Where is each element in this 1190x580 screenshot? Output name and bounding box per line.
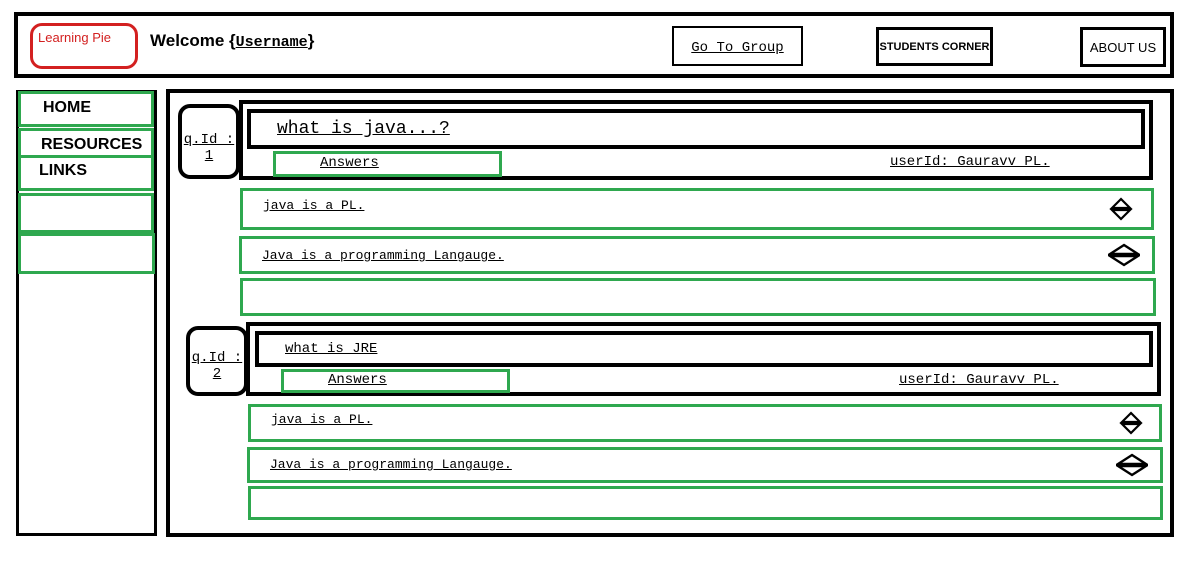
up-down-arrow-icon[interactable] (1109, 197, 1133, 221)
logo-text: Learning Pie (38, 30, 111, 45)
answer-text: Java is a programming Langauge. (262, 248, 504, 263)
user-id[interactable]: userId: Gauravv PL. (899, 372, 1059, 388)
answer-row[interactable]: java is a PL. (240, 188, 1154, 230)
up-down-arrow-icon[interactable] (1119, 411, 1143, 435)
sidebar-item-empty[interactable] (18, 193, 154, 233)
answer-row-empty[interactable] (240, 278, 1156, 316)
sidebar-item-links[interactable]: LINKS (18, 155, 154, 191)
question-id: q.Id : 1 (178, 104, 240, 179)
answer-row[interactable]: Java is a programming Langauge. (247, 447, 1163, 483)
sidebar-item-resources[interactable]: RESOURCES (18, 128, 154, 158)
logo[interactable]: Learning Pie (30, 23, 138, 69)
answer-row-empty[interactable] (248, 486, 1163, 520)
user-id[interactable]: userId: Gauravv PL. (890, 154, 1050, 170)
up-down-arrow-icon[interactable] (1116, 453, 1148, 477)
question-title[interactable]: what is JRE (255, 331, 1153, 367)
question-id: q.Id : 2 (186, 326, 248, 396)
welcome-prefix: Welcome { (150, 31, 236, 50)
sidebar-item-empty[interactable] (18, 233, 155, 274)
students-corner-button[interactable]: STUDENTS CORNER (876, 27, 993, 66)
answers-button[interactable]: Answers (281, 369, 510, 393)
up-down-arrow-icon[interactable] (1108, 243, 1140, 267)
about-us-button[interactable]: ABOUT US (1080, 27, 1166, 67)
answers-button[interactable]: Answers (273, 151, 502, 177)
answer-row[interactable]: java is a PL. (248, 404, 1162, 442)
go-to-group-button[interactable]: Go To Group (672, 26, 803, 66)
answer-text: java is a PL. (263, 198, 365, 213)
answer-row[interactable]: Java is a programming Langauge. (239, 236, 1155, 274)
question-title[interactable]: what is java...? (247, 109, 1145, 149)
welcome-suffix: } (307, 31, 315, 50)
sidebar-item-home[interactable]: HOME (18, 91, 154, 127)
username: Username (235, 34, 308, 51)
welcome-message: Welcome {Username} (150, 31, 314, 51)
answer-text: java is a PL. (271, 412, 373, 427)
answer-text: Java is a programming Langauge. (270, 457, 512, 472)
